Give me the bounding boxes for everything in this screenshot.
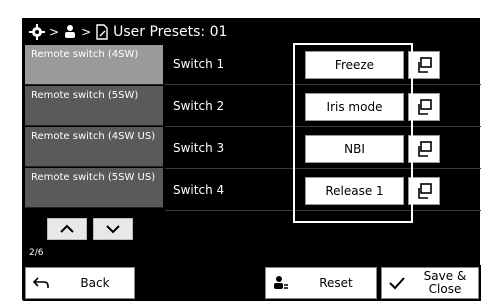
popup-icon bbox=[418, 57, 432, 73]
gear-icon[interactable] bbox=[29, 24, 45, 40]
switch-4-popup-button[interactable] bbox=[408, 177, 440, 205]
switch-2-popup-button[interactable] bbox=[408, 93, 440, 121]
document-icon[interactable] bbox=[95, 24, 109, 40]
switch-2-function-button[interactable]: Iris mode bbox=[305, 93, 404, 121]
switch-3-function-button[interactable]: NBI bbox=[305, 135, 404, 163]
user-reset-icon bbox=[266, 275, 296, 291]
sidebar-item-remote-switch-5sw-us[interactable]: Remote switch (5SW US) bbox=[25, 168, 163, 208]
page-title: User Presets: 01 bbox=[113, 24, 228, 40]
switch-4-function-button[interactable]: Release 1 bbox=[305, 177, 404, 205]
chevron-down-icon bbox=[106, 225, 120, 234]
switch-row: Switch 3 NBI bbox=[165, 129, 481, 169]
switch-1-popup-button[interactable] bbox=[408, 51, 440, 79]
popup-icon bbox=[418, 183, 432, 199]
checkmark-icon bbox=[382, 276, 412, 290]
chevron-up-icon bbox=[60, 224, 74, 233]
back-arrow-icon bbox=[26, 276, 56, 290]
breadcrumb-separator: > bbox=[81, 25, 92, 39]
switch-3-popup-button[interactable] bbox=[408, 135, 440, 163]
breadcrumb-separator: > bbox=[49, 25, 60, 39]
sidebar: Remote switch (4SW) Remote switch (5SW) … bbox=[25, 45, 165, 263]
back-label: Back bbox=[80, 275, 110, 290]
switch-label: Switch 4 bbox=[173, 183, 225, 197]
switch-row: Switch 2 Iris mode bbox=[165, 87, 481, 127]
switch-row: Switch 4 Release 1 bbox=[165, 171, 481, 211]
save-close-button[interactable]: Save & Close bbox=[381, 267, 479, 299]
sidebar-item-remote-switch-4sw[interactable]: Remote switch (4SW) bbox=[25, 45, 163, 85]
switch-label: Switch 1 bbox=[173, 57, 225, 71]
reset-button[interactable]: Reset bbox=[265, 267, 377, 299]
switch-row: Switch 1 Freeze bbox=[165, 45, 481, 85]
switch-label: Switch 3 bbox=[173, 141, 225, 155]
save-close-label: Save & Close bbox=[423, 269, 467, 296]
switch-list: Switch 1 Freeze Switch 2 Iris mode Switc… bbox=[165, 45, 481, 263]
page-down-button[interactable] bbox=[93, 218, 133, 240]
user-icon[interactable] bbox=[63, 24, 77, 40]
bottom-bar: Back Reset Save & Close bbox=[23, 265, 481, 301]
page-indicator: 2/6 bbox=[29, 248, 44, 258]
sidebar-item-remote-switch-5sw[interactable]: Remote switch (5SW) bbox=[25, 86, 163, 126]
page-up-button[interactable] bbox=[47, 218, 87, 240]
sidebar-pager: 2/6 bbox=[25, 212, 165, 262]
switch-label: Switch 2 bbox=[173, 99, 225, 113]
reset-label: Reset bbox=[319, 275, 353, 290]
switch-1-function-button[interactable]: Freeze bbox=[305, 51, 404, 79]
sidebar-item-remote-switch-4sw-us[interactable]: Remote switch (4SW US) bbox=[25, 127, 163, 167]
popup-icon bbox=[418, 99, 432, 115]
preset-screen: > > User Presets: 01 Remote switch (4SW)… bbox=[22, 18, 481, 301]
back-button[interactable]: Back bbox=[25, 267, 135, 299]
popup-icon bbox=[418, 141, 432, 157]
title-bar: > > User Presets: 01 bbox=[23, 19, 479, 45]
